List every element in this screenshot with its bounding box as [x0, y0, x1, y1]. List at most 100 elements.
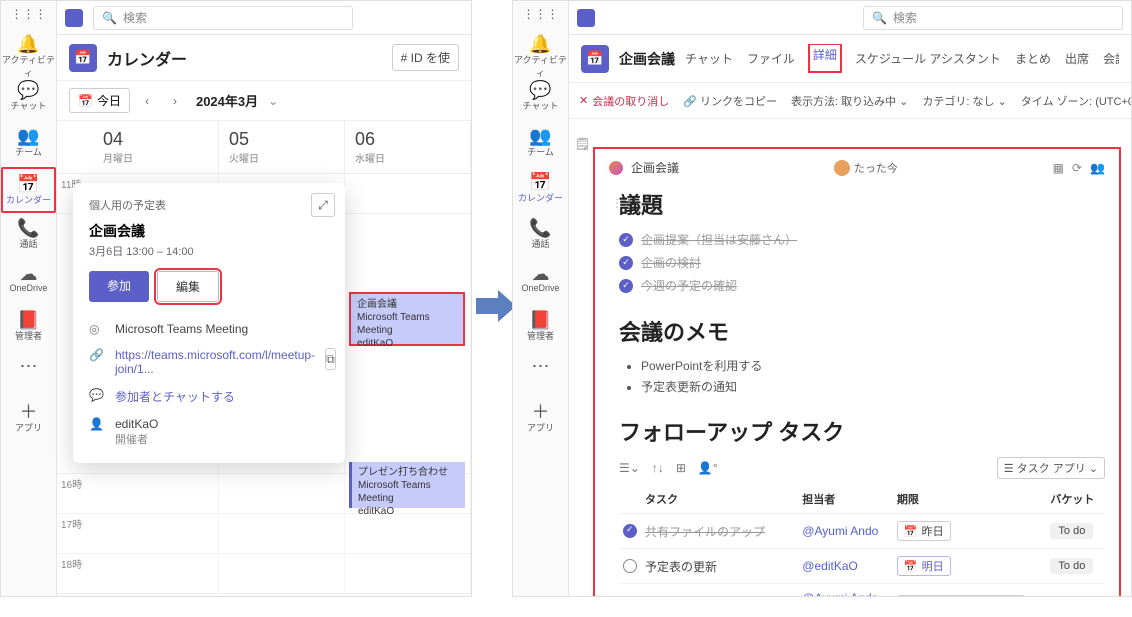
task-check[interactable] — [623, 524, 637, 538]
tab-recap[interactable]: まとめ — [1015, 50, 1051, 67]
note-item[interactable]: PowerPointを利用する — [641, 355, 1105, 376]
filter-icon[interactable]: ☰⌄ — [619, 461, 640, 475]
person-filter-icon[interactable]: 👤° — [698, 461, 718, 475]
rail-more[interactable]: ⋯ — [1, 351, 56, 397]
rail-calls[interactable]: 📞通話 — [1, 213, 56, 259]
task-bucket[interactable]: To do — [1050, 523, 1093, 539]
tasks-table: タスク 担当者 期限 バケット 共有ファイルのアップ @Ayumi Ando 📅… — [619, 485, 1105, 596]
task-check[interactable] — [623, 559, 637, 573]
day-headers: 04月曜日 05火曜日 06水曜日 — [57, 121, 471, 174]
show-as-dropdown[interactable]: 表示方法: 取り込み中 ⌄ — [791, 93, 908, 109]
join-button[interactable]: 参加 — [89, 271, 149, 302]
people-icon[interactable]: 👥 — [1090, 161, 1105, 175]
show-as-label: 表示方法: 取り込み中 — [791, 96, 896, 108]
rail-apps[interactable]: ＋アプリ — [1, 397, 56, 443]
task-row[interactable]: 予定表の更新 @editKaO 📅 明日 To do — [619, 549, 1105, 584]
chat-icon: 💬 — [513, 81, 568, 99]
search-input[interactable]: 🔍検索 — [93, 6, 353, 30]
rail-calendar[interactable]: 📅カレンダー — [513, 167, 568, 213]
task-row[interactable]: プレゼンファイルの修正 @Ayumi Ando@editKaO 📅 3月12日(… — [619, 584, 1105, 597]
chevron-down-icon[interactable]: ⌄ — [268, 94, 278, 108]
detail-area: 🗒 企画会議 たった今 ▦⟳👥 ⋮⋮ 議題 ✓企画提案（担当は安藤さん） ✓企画… — [569, 119, 1131, 596]
month-label: 2024年3月 — [196, 91, 258, 110]
next-button[interactable]: › — [164, 94, 186, 108]
task-row[interactable]: 共有ファイルのアップ @Ayumi Ando 📅 昨日 To do — [619, 514, 1105, 549]
event-presentation[interactable]: プレゼン打ち合わせ Microsoft Teams Meeting editKa… — [349, 462, 465, 508]
sort-icon[interactable]: ↑↓ — [652, 461, 664, 475]
share-icon[interactable]: ⟳ — [1072, 161, 1082, 175]
rail-teams[interactable]: 👥チーム — [513, 121, 568, 167]
task-due[interactable]: 📅 昨日 — [897, 521, 951, 541]
agenda-item[interactable]: ✓企画提案（担当は安藤さん） — [619, 228, 1105, 251]
copy-link-button[interactable]: 🔗 リンクをコピー — [683, 93, 777, 109]
calendar-glyph-icon: 📅 — [69, 44, 97, 72]
rail-admin[interactable]: 📕管理者 — [513, 305, 568, 351]
day-header[interactable]: 06水曜日 — [345, 121, 471, 173]
tab-files[interactable]: ファイル — [747, 50, 795, 67]
edit-button[interactable]: 編集 — [157, 271, 219, 302]
copy-link-button[interactable]: ⧉ — [325, 348, 336, 370]
tab-whiteboard[interactable]: 会議ホワイトボード — [1103, 50, 1119, 67]
event-meeting[interactable]: 企画会議 Microsoft Teams Meeting editKaO — [349, 292, 465, 346]
grid-icon[interactable]: ▦ — [1053, 161, 1064, 175]
task-due[interactable]: 📅 明日 — [897, 556, 951, 576]
task-assignee[interactable]: @Ayumi Ando — [802, 591, 878, 596]
meeting-subbar: ✕会議の取り消し 🔗 リンクをコピー 表示方法: 取り込み中 ⌄ カテゴリ: な… — [569, 83, 1131, 119]
prev-button[interactable]: ‹ — [136, 94, 158, 108]
category-dropdown[interactable]: カテゴリ: なし ⌄ — [922, 93, 1006, 109]
popup-chat-link[interactable]: 参加者とチャットする — [115, 388, 235, 405]
check-icon[interactable]: ✓ — [619, 256, 633, 270]
rail-chat[interactable]: 💬チャット — [513, 75, 568, 121]
task-name: 共有ファイルのアップ — [645, 525, 765, 539]
rail-activity[interactable]: 🔔アクティビティ — [513, 29, 568, 75]
rail-calls[interactable]: 📞通話 — [513, 213, 568, 259]
search-input[interactable]: 🔍検索 — [863, 6, 1123, 30]
rail-activity[interactable]: 🔔アクティビティ — [1, 29, 56, 75]
rail-chat[interactable]: 💬チャット — [1, 75, 56, 121]
rail-apps[interactable]: ＋アプリ — [513, 397, 568, 443]
waffle-icon[interactable]: ⋮⋮⋮ — [513, 1, 568, 29]
rail-admin[interactable]: 📕管理者 — [1, 305, 56, 351]
rail-label: 管理者 — [513, 329, 568, 342]
task-bucket[interactable]: To do — [1050, 558, 1093, 574]
plus-box-icon: ＋ — [513, 403, 568, 421]
note-item[interactable]: 予定表更新の通知 — [641, 376, 1105, 397]
agenda-item[interactable]: ✓企画の検討 — [619, 251, 1105, 274]
check-icon[interactable]: ✓ — [619, 233, 633, 247]
cancel-meeting-button[interactable]: ✕会議の取り消し — [579, 93, 669, 109]
loop-component: 企画会議 たった今 ▦⟳👥 ⋮⋮ 議題 ✓企画提案（担当は安藤さん） ✓企画の検… — [593, 147, 1121, 596]
app-rail: ⋮⋮⋮ 🔔アクティビティ 💬チャット 👥チーム 📅カレンダー 📞通話 ☁OneD… — [1, 1, 57, 596]
presence-label: たった今 — [854, 160, 898, 176]
task-name: 予定表の更新 — [641, 549, 798, 584]
task-app-button[interactable]: ☰ タスク アプリ ⌄ — [997, 457, 1105, 479]
rail-onedrive[interactable]: ☁OneDrive — [513, 259, 568, 305]
drag-handle-icon[interactable]: ⋮⋮ — [611, 196, 635, 210]
rail-calendar[interactable]: 📅カレンダー — [1, 167, 56, 213]
day-number: 06 — [355, 129, 460, 150]
check-icon[interactable]: ✓ — [619, 279, 633, 293]
join-with-id-button[interactable]: # ID を使 — [392, 44, 459, 71]
tab-attendance[interactable]: 出席 — [1065, 50, 1089, 67]
day-header[interactable]: 04月曜日 — [93, 121, 219, 173]
day-of-week: 火曜日 — [229, 150, 334, 165]
agenda-item[interactable]: ✓今週の予定の確認 — [619, 274, 1105, 297]
calendar-icon: 📅 — [513, 173, 568, 191]
task-due[interactable]: 📅 3月12日(火) (残り... — [897, 595, 1025, 596]
rail-label: アプリ — [513, 421, 568, 434]
timezone-dropdown[interactable]: タイム ゾーン: (UTC+09:00) 大阪、札幌、東京 ⌄ — [1021, 93, 1131, 109]
day-header[interactable]: 05火曜日 — [219, 121, 345, 173]
event-title: 企画会議 — [357, 298, 457, 311]
rail-teams[interactable]: 👥チーム — [1, 121, 56, 167]
waffle-icon[interactable]: ⋮⋮⋮ — [1, 1, 56, 29]
tab-scheduling[interactable]: スケジュール アシスタント — [855, 50, 1001, 67]
expand-button[interactable]: ⤢ — [311, 193, 335, 217]
popup-link[interactable]: https://teams.microsoft.com/l/meetup-joi… — [115, 348, 315, 376]
rail-onedrive[interactable]: ☁OneDrive — [1, 259, 56, 305]
rail-more[interactable]: ⋯ — [513, 351, 568, 397]
task-assignee[interactable]: @Ayumi Ando — [802, 524, 878, 538]
today-button[interactable]: 📅今日 — [69, 88, 130, 113]
tab-chat[interactable]: チャット — [685, 50, 733, 67]
group-icon[interactable]: ⊞ — [676, 461, 686, 475]
tab-details[interactable]: 詳細 — [809, 44, 841, 73]
task-assignee[interactable]: @editKaO — [802, 559, 858, 573]
